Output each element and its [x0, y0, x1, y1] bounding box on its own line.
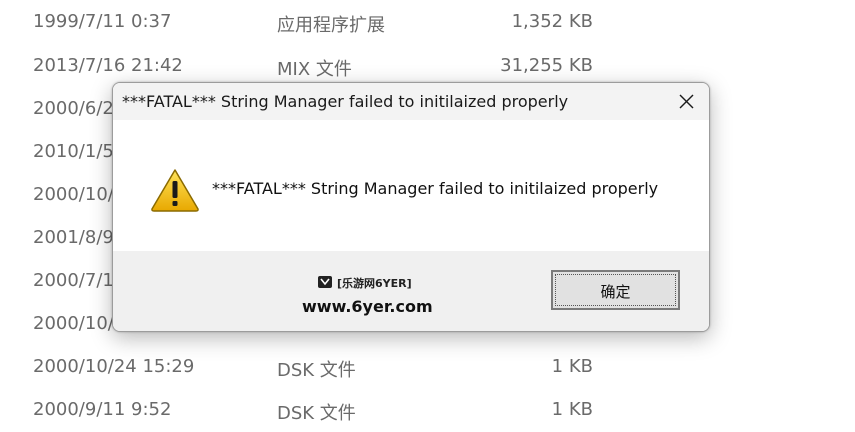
file-size: 1,352 KB — [511, 11, 593, 32]
file-type: DSK 文件 — [277, 360, 356, 381]
file-date: 2013/7/16 21:42 — [33, 55, 183, 76]
dialog-titlebar[interactable]: ***FATAL*** String Manager failed to ini… — [113, 83, 709, 120]
error-dialog: ***FATAL*** String Manager failed to ini… — [112, 82, 710, 332]
file-row[interactable]: 2000/10/24 15:29 DSK 文件 1 KB — [0, 346, 855, 389]
dialog-message: ***FATAL*** String Manager failed to ini… — [212, 179, 659, 198]
dialog-body: ***FATAL*** String Manager failed to ini… — [113, 120, 709, 251]
file-type: DSK 文件 — [277, 403, 356, 424]
file-row[interactable]: 1999/7/11 0:37 应用程序扩展 1,352 KB — [0, 1, 855, 44]
file-date: 2010/1/5 — [33, 141, 114, 162]
file-type: 应用程序扩展 — [277, 15, 385, 36]
ok-button[interactable]: 确定 — [551, 270, 680, 310]
close-button[interactable] — [663, 83, 709, 120]
file-date: 2000/10/24 15:29 — [33, 356, 195, 377]
warning-icon — [151, 169, 199, 212]
file-type: MIX 文件 — [277, 59, 352, 80]
file-date: 2000/10/ — [33, 313, 114, 334]
file-date: 1999/7/11 0:37 — [33, 11, 172, 32]
watermark-logo-icon — [318, 276, 332, 288]
dialog-footer: [乐游网6YER] www.6yer.com 确定 — [113, 251, 709, 331]
file-size: 31,255 KB — [500, 55, 593, 76]
file-date: 2000/7/1 — [33, 270, 114, 291]
dialog-title: ***FATAL*** String Manager failed to ini… — [122, 92, 569, 111]
file-date: 2000/6/2 — [33, 98, 114, 119]
file-size: 1 KB — [551, 399, 593, 420]
watermark-brand: [乐游网6YER] — [337, 277, 412, 290]
file-date: 2000/10/ — [33, 184, 114, 205]
file-date: 2000/9/11 9:52 — [33, 399, 172, 420]
file-size: 1 KB — [551, 356, 593, 377]
ok-button-label: 确定 — [600, 283, 631, 301]
file-date: 2001/8/9 — [33, 227, 114, 248]
close-icon — [679, 94, 694, 109]
watermark-url: www.6yer.com — [302, 297, 433, 316]
watermark: [乐游网6YER] www.6yer.com — [293, 271, 443, 317]
